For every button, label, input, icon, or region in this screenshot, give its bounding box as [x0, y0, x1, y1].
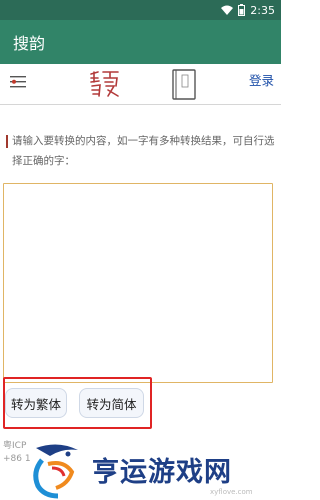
footer-icp-text: 粤ICP [3, 441, 27, 451]
status-bar: 2:35 [0, 0, 281, 20]
menu-icon[interactable] [9, 73, 27, 91]
login-link[interactable]: 登录 [249, 70, 274, 89]
book-icon[interactable] [172, 69, 196, 100]
status-time: 2:35 [250, 3, 275, 17]
watermark-text: 亨运游戏网 [92, 457, 232, 488]
watermark-url: xyflove.com [210, 488, 253, 496]
instruction-marker [6, 135, 8, 148]
highlight-annotation-box [3, 377, 152, 429]
battery-icon [238, 4, 246, 16]
app-bar: 搜韵 [0, 20, 281, 64]
watermark-logo [33, 444, 78, 499]
souyun-seal-logo[interactable] [88, 68, 122, 100]
conversion-text-area[interactable] [3, 183, 273, 383]
header-divider [0, 104, 281, 105]
footer-phone-text: +86 1 [3, 454, 31, 464]
instruction-block: 请输入要转换的内容，如一字有多种转换结果，可自行选择正确的字： [6, 131, 276, 171]
header: 登录 [0, 64, 281, 104]
instruction-text: 请输入要转换的内容，如一字有多种转换结果，可自行选择正确的字： [12, 135, 275, 167]
footer: 粤ICP +86 1 亨运游戏网 xyflove.com [0, 432, 281, 500]
app-title: 搜韵 [13, 34, 46, 53]
wifi-icon [221, 5, 234, 15]
